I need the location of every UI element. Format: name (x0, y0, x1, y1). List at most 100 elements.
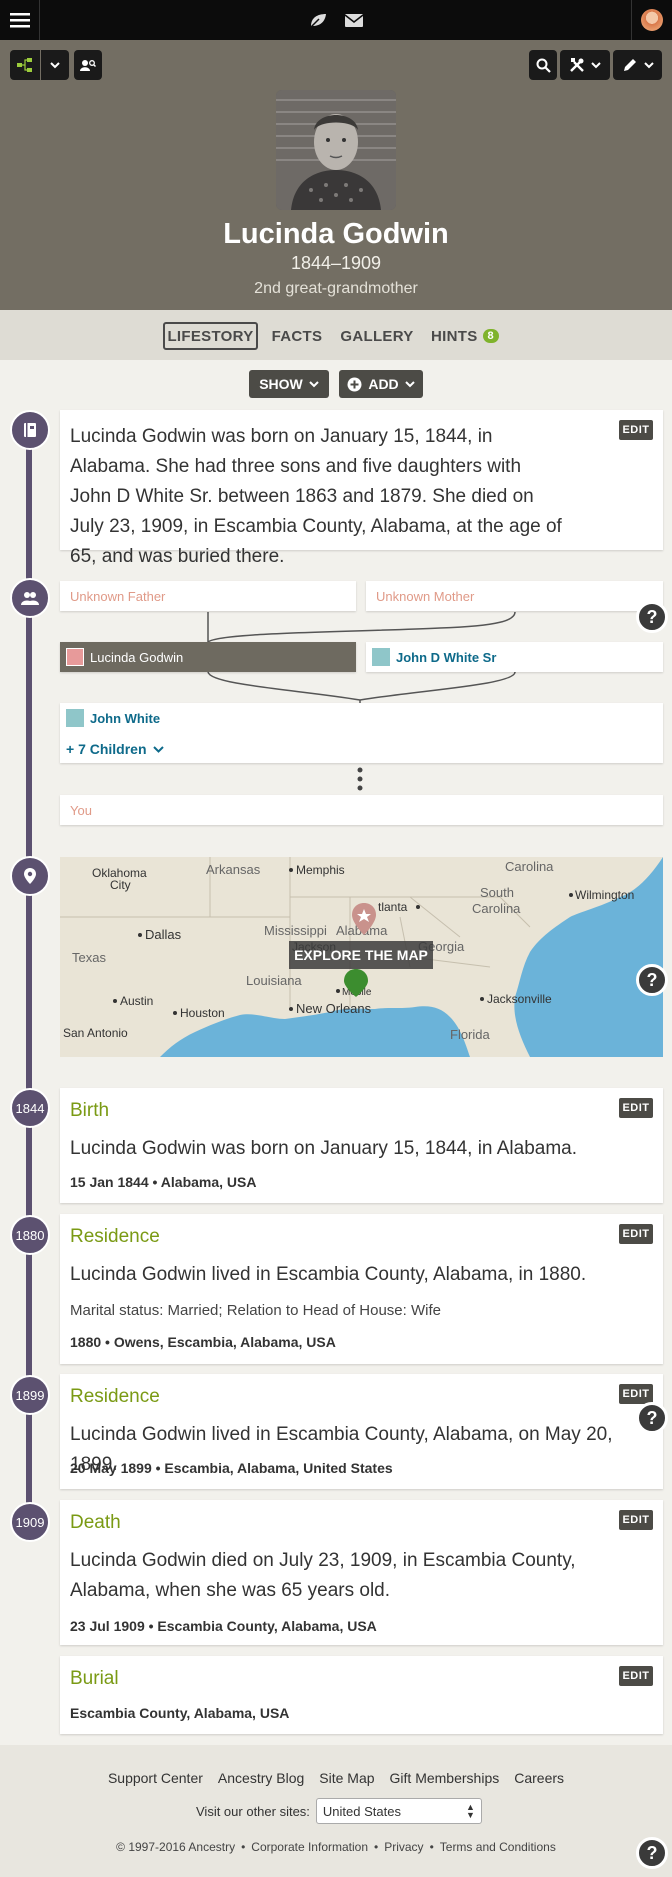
spouse-person-box[interactable]: John D White Sr (366, 642, 663, 672)
edit-event-button[interactable]: EDIT (619, 1510, 653, 1530)
svg-text:Jacksonville: Jacksonville (487, 992, 552, 1006)
child-person-item[interactable]: John White (66, 709, 160, 727)
footer-help-icon[interactable]: ? (636, 1837, 668, 1869)
svg-text:Wilmington: Wilmington (575, 888, 634, 902)
footer-links: Support Center Ancestry Blog Site Map Gi… (0, 1770, 672, 1786)
svg-text:South: South (480, 885, 514, 900)
svg-text:Carolina: Carolina (505, 859, 554, 874)
svg-text:Memphis: Memphis (296, 863, 345, 877)
chevron-down-icon (50, 61, 60, 68)
event-details: Marital status: Married; Relation to Hea… (70, 1302, 441, 1319)
event-title: Death (70, 1512, 121, 1533)
tab-hints[interactable]: HINTS 8 (428, 322, 502, 350)
unknown-father-slot[interactable]: Unknown Father (60, 581, 356, 611)
tools-menu-button[interactable] (560, 50, 610, 80)
tools-icon (570, 58, 584, 72)
mail-icon[interactable] (342, 0, 366, 40)
profile-photo[interactable] (276, 90, 396, 210)
burial-event-card: Burial Escambia County, Alabama, USA EDI… (60, 1656, 663, 1734)
edit-event-button[interactable]: EDIT (619, 1666, 653, 1686)
life-story-card: Lucinda Godwin was born on January 15, 1… (60, 410, 663, 567)
year-badge-1844: 1844 (10, 1088, 50, 1128)
search-button[interactable] (529, 50, 557, 80)
footer-link-support-center[interactable]: Support Center (108, 1770, 203, 1786)
plus-circle-icon (347, 377, 362, 391)
residence-1880-event-card: Residence Lucinda Godwin lived in Escamb… (60, 1214, 663, 1364)
year-badge-1909: 1909 (10, 1502, 50, 1542)
edit-story-button[interactable]: EDIT (619, 420, 653, 440)
add-button[interactable]: ADD (339, 370, 423, 398)
story-node-icon (10, 410, 50, 450)
explore-map-button[interactable]: EXPLORE THE MAP (289, 941, 433, 969)
chevron-down-icon (404, 380, 415, 387)
event-description: Lucinda Godwin lived in Escambia County,… (70, 1264, 587, 1285)
edit-event-button[interactable]: EDIT (619, 1224, 653, 1244)
person-name: Lucinda Godwin (223, 218, 449, 250)
search-icon (536, 58, 551, 73)
show-button-label: SHOW (259, 376, 303, 392)
you-slot[interactable]: You (60, 795, 663, 825)
profile-tabs: LIFESTORY FACTS GALLERY HINTS 8 (0, 310, 672, 360)
edit-event-button[interactable]: EDIT (619, 1098, 653, 1118)
country-select-value: United States (322, 1803, 401, 1819)
tab-lifestory[interactable]: LIFESTORY (163, 322, 258, 350)
male-person-icon (372, 648, 390, 666)
privacy-link[interactable]: Privacy (384, 1840, 423, 1854)
family-node-icon (10, 578, 50, 618)
event-description: Lucinda Godwin was born on January 15, 1… (70, 1138, 577, 1159)
family-help-icon[interactable]: ? (636, 601, 668, 633)
footer-link-gift-memberships[interactable]: Gift Memberships (390, 1770, 500, 1786)
tree-view-button[interactable] (10, 50, 40, 80)
event-title: Birth (70, 1100, 110, 1121)
map-help-icon[interactable]: ? (636, 964, 668, 996)
hamburger-menu-icon[interactable] (0, 0, 40, 40)
other-sites-row: Visit our other sites: United States ▲ ▼ (196, 1798, 496, 1824)
svg-text:Texas: Texas (72, 950, 106, 965)
footer-link-site-map[interactable]: Site Map (319, 1770, 374, 1786)
male-person-icon (66, 709, 84, 727)
death-event-card: Death Lucinda Godwin died on July 23, 19… (60, 1500, 663, 1645)
event-date-place: 15 Jan 1844 • Alabama, USA (70, 1174, 257, 1190)
event-date-place: Escambia County, Alabama, USA (70, 1705, 290, 1721)
female-person-icon (66, 648, 84, 666)
edit-menu-button[interactable] (613, 50, 662, 80)
birth-event-card: Birth Lucinda Godwin was born on January… (60, 1088, 663, 1203)
chevron-down-icon (643, 61, 654, 68)
event-title: Residence (70, 1386, 160, 1407)
more-children-label: + 7 Children (66, 741, 147, 757)
edit-event-button[interactable]: EDIT (619, 1384, 653, 1404)
footer-link-ancestry-blog[interactable]: Ancestry Blog (218, 1770, 304, 1786)
person-search-button[interactable] (74, 50, 102, 80)
tree-dropdown-button[interactable] (41, 50, 69, 80)
add-button-label: ADD (368, 376, 399, 392)
more-children-toggle[interactable]: + 7 Children (66, 741, 164, 757)
event-date-place: 23 Jul 1909 • Escambia County, Alabama, … (70, 1618, 377, 1634)
life-events-map[interactable]: Oklahoma City Arkansas Memphis Carolina t… (60, 857, 663, 1057)
spouse-person-name: John D White Sr (396, 649, 497, 665)
self-person-box[interactable]: Lucinda Godwin (60, 642, 356, 672)
svg-text:San Antonio: San Antonio (63, 1026, 128, 1040)
svg-text:Houston: Houston (180, 1006, 225, 1020)
show-button[interactable]: SHOW (249, 370, 329, 398)
user-avatar[interactable] (631, 0, 672, 40)
svg-text:City: City (110, 878, 131, 892)
footer-link-careers[interactable]: Careers (514, 1770, 564, 1786)
tree-icon (17, 58, 32, 72)
tab-facts[interactable]: FACTS (270, 322, 324, 350)
child-person-name: John White (90, 710, 161, 726)
leaf-hint-icon[interactable] (306, 0, 330, 40)
svg-text:Mississippi: Mississippi (264, 923, 327, 938)
event-help-icon[interactable]: ? (636, 1402, 668, 1434)
chevron-down-icon (152, 745, 164, 753)
children-card: John White + 7 Children (60, 703, 663, 763)
residence-1899-event-card: Residence Lucinda Godwin lived in Escamb… (60, 1374, 663, 1489)
svg-text:tlanta: tlanta (378, 900, 408, 914)
tab-gallery[interactable]: GALLERY (340, 322, 414, 350)
corporate-info-link[interactable]: Corporate Information (251, 1840, 368, 1854)
event-date-place: 20 May 1899 • Escambia, Alabama, United … (70, 1460, 393, 1476)
unknown-mother-slot[interactable]: Unknown Mother (366, 581, 663, 611)
map-node-icon (10, 856, 50, 896)
event-title: Burial (70, 1668, 119, 1689)
terms-link[interactable]: Terms and Conditions (440, 1840, 556, 1854)
country-select[interactable]: United States ▲ ▼ (315, 1798, 482, 1824)
